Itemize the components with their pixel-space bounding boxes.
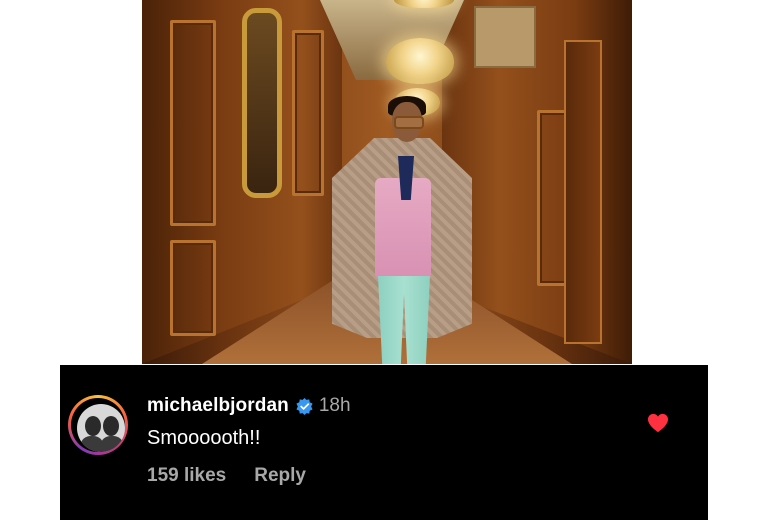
post-view: michaelbjordan 18h Smoooooth!! 159 likes… xyxy=(0,0,780,520)
avatar-body xyxy=(101,436,123,452)
photo-sign xyxy=(474,6,536,68)
avatar xyxy=(77,404,125,452)
reply-button[interactable]: Reply xyxy=(254,465,306,487)
comment-header: michaelbjordan 18h xyxy=(147,393,351,419)
photo-panel xyxy=(292,30,324,196)
avatar-face xyxy=(103,416,119,436)
avatar-gap xyxy=(71,398,125,452)
avatar-body xyxy=(81,436,103,452)
comment-username[interactable]: michaelbjordan xyxy=(147,395,289,417)
photo-panel xyxy=(170,240,216,336)
verified-badge-icon xyxy=(296,397,313,415)
heart-icon[interactable] xyxy=(647,413,669,433)
photo-door xyxy=(564,40,602,344)
photo-glasses xyxy=(394,116,424,129)
comment: michaelbjordan 18h Smoooooth!! 159 likes… xyxy=(60,365,708,520)
post-photo[interactable] xyxy=(142,0,632,364)
comment-timestamp: 18h xyxy=(318,395,351,416)
photo-panel xyxy=(170,20,216,226)
avatar-story-ring[interactable] xyxy=(68,395,128,455)
comment-likes-count[interactable]: 159 likes xyxy=(147,465,226,487)
comment-text: Smoooooth!! xyxy=(147,427,261,449)
avatar-face xyxy=(85,416,101,436)
photo-chandelier xyxy=(386,38,454,84)
comment-actions: 159 likes Reply xyxy=(147,465,306,487)
photo-mirror xyxy=(242,8,282,198)
